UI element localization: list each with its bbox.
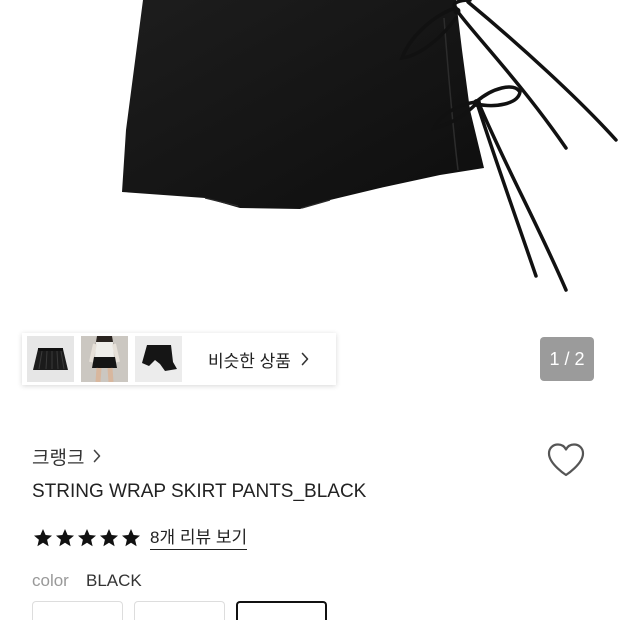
star-icon xyxy=(34,529,52,547)
gallery-page-indicator: 1 / 2 xyxy=(540,337,594,381)
tie-knot xyxy=(453,7,461,15)
option-box[interactable] xyxy=(134,601,225,620)
similar-products-label: 비슷한 상품 xyxy=(208,351,291,371)
product-title: STRING WRAP SKIRT PANTS_BLACK xyxy=(32,481,367,502)
wishlist-button[interactable] xyxy=(546,442,586,478)
thumbnail-strip: 비슷한 상품 xyxy=(22,333,336,385)
option-box[interactable] xyxy=(236,601,327,620)
similar-products-button[interactable]: 비슷한 상품 xyxy=(188,333,336,385)
brand-name: 크랭크 xyxy=(32,447,85,469)
color-label: color xyxy=(32,571,69,590)
star-icon xyxy=(122,529,140,547)
review-link[interactable]: 8개 리뷰 보기 xyxy=(150,527,248,550)
star-icon xyxy=(56,529,74,547)
heart-outline-icon xyxy=(547,443,585,477)
tie-knot xyxy=(473,99,481,107)
product-image[interactable] xyxy=(0,0,620,318)
rating-stars xyxy=(33,528,143,548)
star-icon xyxy=(100,529,118,547)
option-box[interactable] xyxy=(32,601,123,620)
thumbnail-pleated-skirt[interactable] xyxy=(27,336,74,382)
chevron-right-icon xyxy=(301,352,309,366)
thumbnail-skort[interactable] xyxy=(135,336,182,382)
brand-link[interactable]: 크랭크 xyxy=(32,443,101,469)
chevron-right-icon xyxy=(94,449,101,463)
thumbnail-model-mini-skirt[interactable] xyxy=(81,336,128,382)
star-icon xyxy=(78,529,96,547)
color-value: BLACK xyxy=(86,571,142,590)
